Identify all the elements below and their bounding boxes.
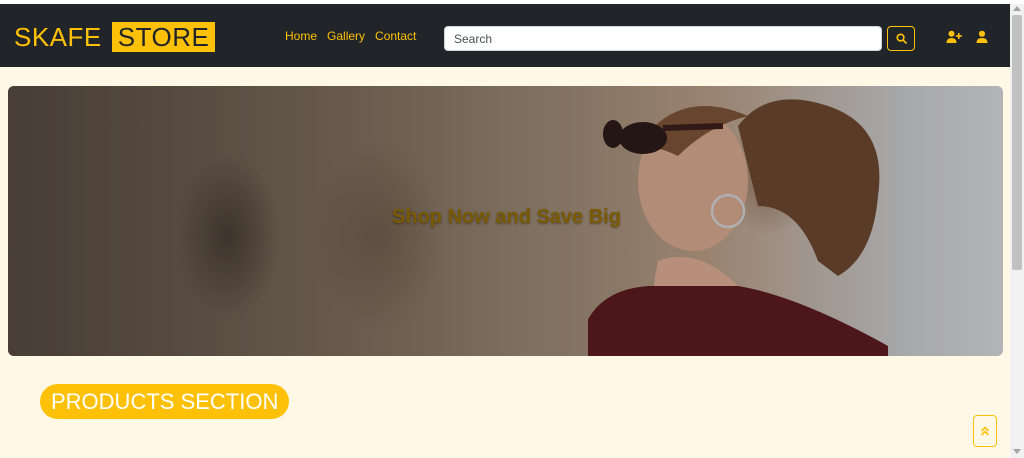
brand-logo[interactable]: SKAFE STORE bbox=[14, 21, 216, 53]
scroll-up-arrow[interactable] bbox=[1013, 6, 1021, 11]
brand-name: SKAFE bbox=[14, 21, 102, 52]
scrollbar-thumb[interactable] bbox=[1012, 15, 1022, 270]
nav-contact-link[interactable]: Contact bbox=[375, 29, 416, 43]
user-plus-icon bbox=[946, 30, 962, 43]
user-icon bbox=[976, 30, 988, 43]
hero-caption: Shop Now and Save Big bbox=[8, 206, 1003, 229]
hero-caption-text: Shop Now and Save Big bbox=[392, 206, 621, 228]
add-user-button[interactable] bbox=[946, 30, 962, 44]
nav-links: Home Gallery Contact bbox=[285, 29, 416, 43]
search-icon bbox=[895, 33, 907, 44]
search-input[interactable] bbox=[444, 26, 882, 51]
account-button[interactable] bbox=[976, 30, 988, 44]
products-section-heading: PRODUCTS SECTION bbox=[40, 384, 290, 419]
double-chevron-up-icon bbox=[980, 426, 990, 436]
hero-banner: Shop Now and Save Big bbox=[8, 86, 1003, 356]
nav-gallery-link[interactable]: Gallery bbox=[327, 29, 365, 43]
search-button[interactable] bbox=[887, 26, 915, 51]
back-to-top-button[interactable] bbox=[973, 415, 997, 447]
scroll-down-arrow[interactable] bbox=[1013, 449, 1021, 454]
navbar: SKAFE STORE Home Gallery Contact bbox=[0, 4, 1010, 67]
brand-highlight: STORE bbox=[111, 22, 216, 52]
nav-home-link[interactable]: Home bbox=[285, 29, 317, 43]
products-heading-text: PRODUCTS SECTION bbox=[51, 388, 279, 414]
